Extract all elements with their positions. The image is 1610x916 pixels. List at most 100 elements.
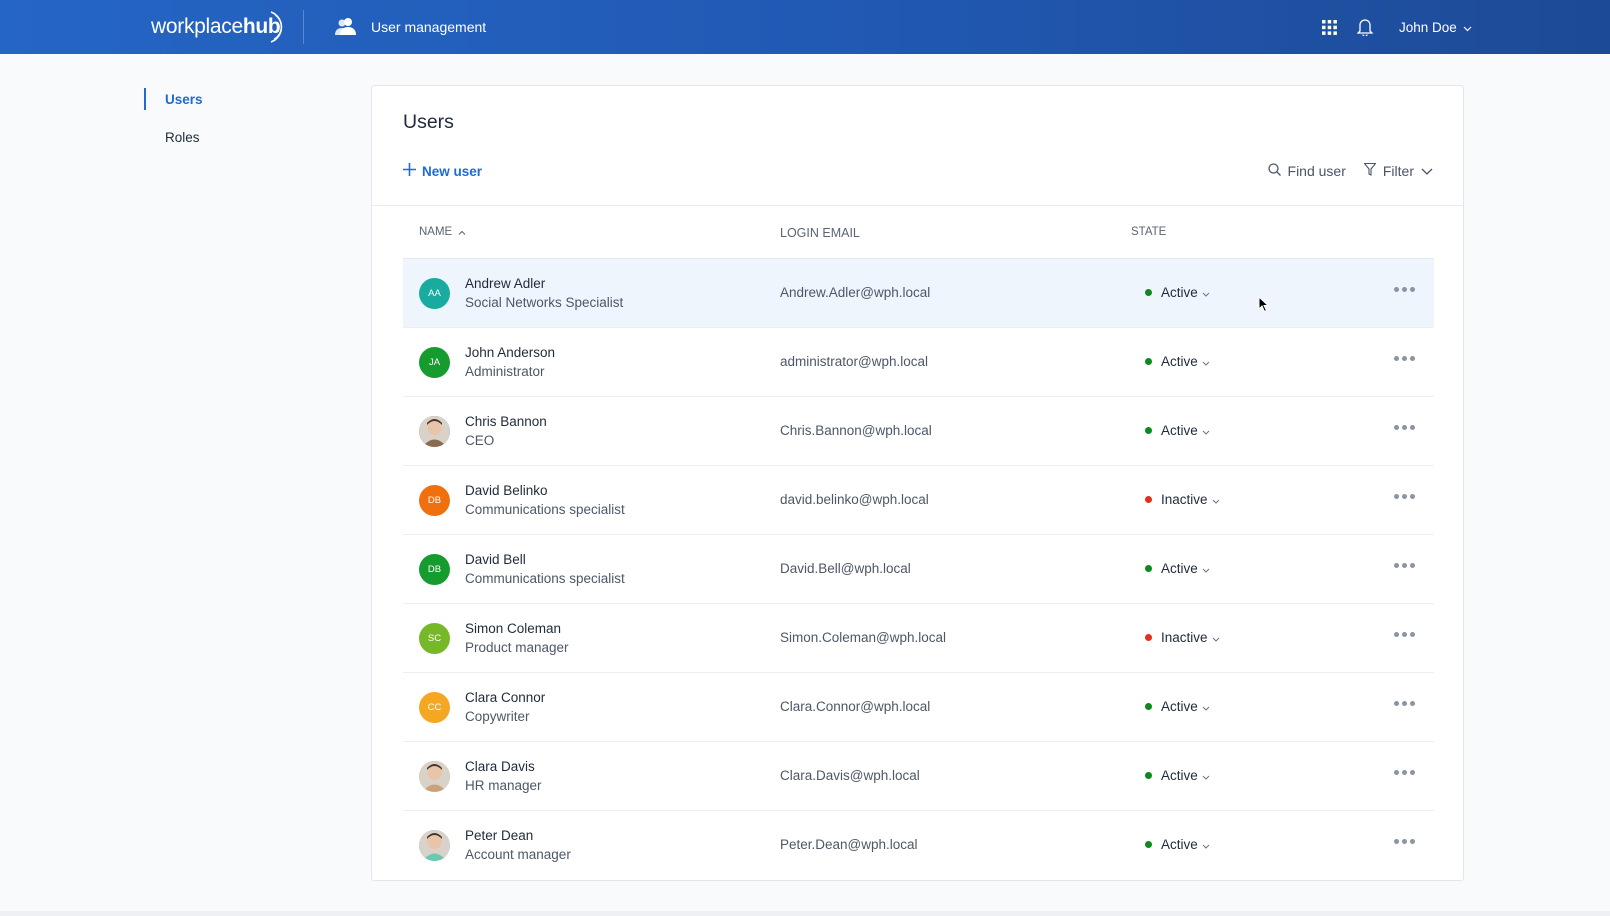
more-actions-icon[interactable] — [1394, 839, 1415, 844]
state-dropdown[interactable]: Active — [1145, 768, 1210, 783]
new-user-button[interactable]: New user — [403, 163, 482, 179]
user-role: Administrator — [465, 364, 545, 379]
avatar-initials: CC — [427, 702, 442, 713]
user-name: Chris Bannon — [465, 414, 547, 429]
state-dropdown[interactable]: Inactive — [1145, 630, 1220, 645]
user-email: Simon.Coleman@wph.local — [780, 630, 947, 645]
users-table-body: AA Andrew Adler Social Networks Specialist… — [403, 258, 1434, 879]
sidebar-item-label: Roles — [165, 129, 200, 145]
status-dot-icon — [1145, 841, 1152, 848]
filter-dropdown[interactable]: Filter — [1363, 162, 1433, 179]
more-actions-icon[interactable] — [1394, 563, 1415, 568]
state-label: Active — [1161, 285, 1198, 300]
find-user-button[interactable]: Find user — [1267, 163, 1346, 179]
filter-label: Filter — [1382, 163, 1414, 179]
column-header-name[interactable]: NAME — [419, 226, 466, 238]
avatar: AA — [419, 278, 450, 309]
more-actions-icon[interactable] — [1394, 494, 1415, 499]
user-name: David Belinko — [465, 483, 548, 498]
status-dot-icon — [1145, 358, 1152, 365]
table-row[interactable]: CC Clara Connor Copywriter Clara.Connor@wph… — [403, 672, 1434, 741]
column-header-email[interactable]: LOGIN EMAIL — [780, 226, 860, 240]
chevron-down-icon — [1212, 630, 1220, 645]
avatar: JA — [419, 347, 450, 378]
mouse-cursor-icon — [1258, 295, 1270, 318]
table-row[interactable]: Clara Davis HR manager Clara.Davis@wph.loc… — [403, 741, 1434, 810]
table-row[interactable]: AA Andrew Adler Social Networks Specialist… — [403, 258, 1434, 327]
state-dropdown[interactable]: Active — [1145, 561, 1210, 576]
more-actions-icon[interactable] — [1394, 287, 1415, 292]
users-icon — [335, 17, 358, 38]
sidebar-item-users[interactable]: Users — [143, 86, 343, 112]
avatar-photo — [419, 830, 450, 861]
state-dropdown[interactable]: Active — [1145, 699, 1210, 714]
status-dot-icon — [1145, 565, 1152, 572]
chevron-down-icon — [1202, 699, 1210, 714]
user-name: David Bell — [465, 552, 526, 567]
user-email: Clara.Davis@wph.local — [780, 768, 920, 783]
user-role: Account manager — [465, 847, 571, 862]
user-menu[interactable]: John Doe — [1399, 20, 1472, 35]
bell-icon[interactable] — [1353, 15, 1377, 39]
apps-grid-icon[interactable] — [1317, 15, 1341, 39]
state-dropdown[interactable]: Active — [1145, 354, 1210, 369]
chevron-down-icon — [1202, 285, 1210, 300]
table-row[interactable]: Peter Dean Account manager Peter.Dean@wph.… — [403, 810, 1434, 879]
avatar: CC — [419, 692, 450, 723]
state-label: Active — [1161, 768, 1198, 783]
chevron-down-icon — [1421, 163, 1433, 179]
user-role: Communications specialist — [465, 502, 625, 517]
user-email: Clara.Connor@wph.local — [780, 699, 931, 714]
more-actions-icon[interactable] — [1394, 356, 1415, 361]
users-panel: Users New user Find user Filter NAME LOG… — [371, 85, 1464, 881]
app-title[interactable]: User management — [335, 14, 486, 40]
more-actions-icon[interactable] — [1394, 701, 1415, 706]
table-row[interactable]: JA John Anderson Administrator administrato… — [403, 327, 1434, 396]
new-user-label: New user — [422, 163, 483, 179]
sidebar-item-roles[interactable]: Roles — [143, 124, 343, 150]
user-email: david.belinko@wph.local — [780, 492, 929, 507]
column-header-state[interactable]: STATE — [1131, 226, 1166, 238]
user-email: Chris.Bannon@wph.local — [780, 423, 932, 438]
filter-icon — [1363, 162, 1377, 179]
state-dropdown[interactable]: Inactive — [1145, 492, 1220, 507]
avatar — [419, 761, 450, 792]
table-row[interactable]: SC Simon Coleman Product manager Simon.Cole… — [403, 603, 1434, 672]
header-divider — [303, 10, 304, 44]
status-dot-icon — [1145, 772, 1152, 779]
column-state-label: STATE — [1131, 226, 1167, 238]
table-row[interactable]: DB David Belinko Communications specialist… — [403, 465, 1434, 534]
more-actions-icon[interactable] — [1394, 425, 1415, 430]
user-name: Simon Coleman — [465, 621, 562, 636]
state-label: Active — [1161, 837, 1198, 852]
avatar: DB — [419, 554, 450, 585]
state-label: Inactive — [1161, 492, 1208, 507]
workplacehub-logo[interactable]: workplace hub — [151, 11, 283, 43]
avatar-initials: SC — [427, 633, 442, 644]
state-label: Active — [1161, 561, 1198, 576]
status-dot-icon — [1145, 634, 1152, 641]
find-user-label: Find user — [1287, 163, 1346, 179]
user-role: CEO — [465, 433, 495, 448]
status-dot-icon — [1145, 427, 1152, 434]
user-role: Communications specialist — [465, 571, 625, 586]
state-dropdown[interactable]: Active — [1145, 423, 1210, 438]
table-row[interactable]: DB David Bell Communications specialist Dav… — [403, 534, 1434, 603]
sort-ascending-icon — [458, 226, 466, 238]
state-label: Active — [1161, 354, 1198, 369]
state-dropdown[interactable]: Active — [1145, 285, 1210, 300]
avatar — [419, 416, 450, 447]
avatar: SC — [419, 623, 450, 654]
app-title-text: User management — [371, 19, 487, 35]
more-actions-icon[interactable] — [1394, 632, 1415, 637]
status-dot-icon — [1145, 289, 1152, 296]
more-actions-icon[interactable] — [1394, 770, 1415, 775]
user-email: Andrew.Adler@wph.local — [780, 285, 931, 300]
state-label: Active — [1161, 699, 1198, 714]
chevron-down-icon — [1202, 837, 1210, 852]
avatar — [419, 830, 450, 861]
state-dropdown[interactable]: Active — [1145, 837, 1210, 852]
table-header: NAME LOGIN EMAIL STATE — [403, 206, 1434, 258]
logo-text-light: workplace — [151, 15, 243, 38]
table-row[interactable]: Chris Bannon CEO Chris.Bannon@wph.local Act… — [403, 396, 1434, 465]
